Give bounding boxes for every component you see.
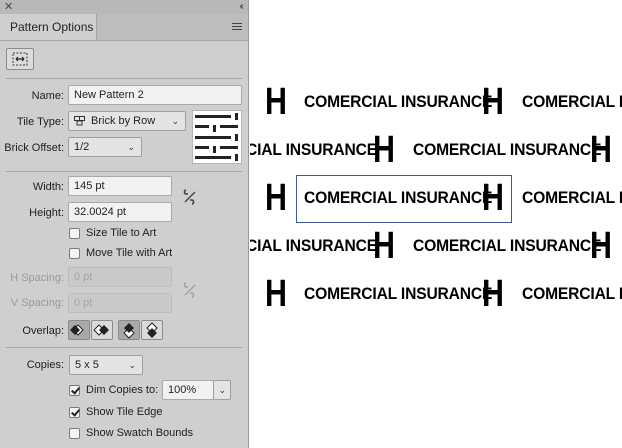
overlap-top-in-front-button[interactable] xyxy=(118,320,140,340)
copies-value: 5 x 5 xyxy=(75,359,99,371)
move-tile-with-art-label: Move Tile with Art xyxy=(86,247,173,259)
pattern-text: COMERCIAL INSURANCE xyxy=(413,236,602,255)
brick-offset-value: 1/2 xyxy=(74,141,90,153)
divider xyxy=(6,347,242,348)
pattern-text: COMERCIAL INSURANCE xyxy=(413,140,602,159)
spacing-link-icon[interactable] xyxy=(182,281,198,299)
pattern-text: COMERCIAL INSURANCE xyxy=(304,284,493,303)
tile-type-label: Tile Type: xyxy=(16,116,64,128)
chevron-down-icon: ⌄ xyxy=(127,142,135,152)
h-spacing-field[interactable]: 0 pt xyxy=(68,267,172,287)
copies-label: Copies: xyxy=(26,359,64,371)
tile-type-dropdown[interactable]: Brick by Row ⌄ xyxy=(68,111,186,131)
h-spacing-label: H Spacing: xyxy=(10,272,64,284)
collapse-panel-icon[interactable]: ‹‹ xyxy=(239,0,243,14)
close-icon[interactable]: ✕ xyxy=(4,0,13,14)
show-tile-edge-label: Show Tile Edge xyxy=(86,406,163,418)
pattern-glyph: H xyxy=(265,177,287,219)
overlap-top-icon xyxy=(123,323,135,339)
dim-copies-dropdown-button[interactable]: ⌄ xyxy=(213,380,231,400)
overlap-right-icon xyxy=(93,324,109,336)
overlap-bottom-in-front-button[interactable] xyxy=(141,320,163,340)
pattern-text: COMERCIAL INS xyxy=(522,92,622,111)
chevron-down-icon: ⌄ xyxy=(171,116,179,126)
pattern-glyph: H xyxy=(482,81,504,123)
pattern-glyph: H xyxy=(590,129,612,171)
pattern-glyph: H xyxy=(373,129,395,171)
panel-tab-row: Pattern Options xyxy=(0,14,248,41)
v-spacing-field[interactable]: 0 pt xyxy=(68,293,172,313)
overlap-left-in-front-button[interactable] xyxy=(68,320,90,340)
overlap-label: Overlap: xyxy=(22,325,64,337)
height-field[interactable]: 32.0024 pt xyxy=(68,202,172,222)
constrain-proportions-link-icon[interactable] xyxy=(182,188,198,206)
move-tile-with-art-checkbox[interactable] xyxy=(69,248,80,259)
dim-copies-label: Dim Copies to: xyxy=(86,384,159,396)
chevron-down-icon: ⌄ xyxy=(128,360,136,370)
overlap-right-in-front-button[interactable] xyxy=(91,320,113,340)
dim-copies-field[interactable]: 100% xyxy=(162,380,214,400)
brick-offset-dropdown[interactable]: 1/2 ⌄ xyxy=(68,137,142,157)
show-swatch-bounds-checkbox[interactable] xyxy=(69,428,80,439)
size-tile-to-art-checkbox[interactable] xyxy=(69,228,80,239)
artboard-canvas[interactable]: H COMERCIAL INSURANCE H COMERCIAL INS CI… xyxy=(250,0,622,448)
tile-type-value: Brick by Row xyxy=(91,115,156,127)
pattern-tile-tool-button[interactable] xyxy=(6,48,34,70)
pattern-text: CIAL INSURANCE xyxy=(250,140,377,159)
pattern-glyph: H xyxy=(482,273,504,315)
name-label: Name: xyxy=(31,90,64,102)
pattern-text: CIAL INSURANCE xyxy=(250,236,377,255)
height-label: Height: xyxy=(29,207,64,219)
pattern-glyph: H xyxy=(265,81,287,123)
pattern-text: COMERCIAL INS xyxy=(522,284,622,303)
chevron-down-icon: ⌄ xyxy=(218,385,226,395)
brick-offset-label: Brick Offset: xyxy=(4,142,64,154)
pattern-tile-tool-icon xyxy=(12,52,28,66)
name-field[interactable]: New Pattern 2 xyxy=(68,85,242,105)
show-tile-edge-checkbox[interactable] xyxy=(69,407,80,418)
pattern-glyph: H xyxy=(590,225,612,267)
copies-dropdown[interactable]: 5 x 5 ⌄ xyxy=(69,355,143,375)
brick-by-row-icon xyxy=(74,116,85,126)
size-tile-to-art-label: Size Tile to Art xyxy=(86,227,157,239)
pattern-glyph: H xyxy=(265,273,287,315)
divider xyxy=(6,171,242,172)
panel-title-bar: ✕ ‹‹ xyxy=(0,0,248,15)
pattern-tile-edge[interactable] xyxy=(296,175,512,223)
pattern-swatch-preview xyxy=(192,110,242,164)
overlap-left-icon xyxy=(70,324,84,336)
divider xyxy=(6,78,242,79)
show-swatch-bounds-label: Show Swatch Bounds xyxy=(86,427,194,439)
panel-menu-icon[interactable] xyxy=(232,23,242,31)
width-label: Width: xyxy=(32,181,64,193)
dim-copies-checkbox[interactable] xyxy=(69,385,80,396)
v-spacing-label: V Spacing: xyxy=(10,297,64,309)
pattern-glyph: H xyxy=(373,225,395,267)
width-field[interactable]: 145 pt xyxy=(68,176,172,196)
pattern-text: COMERCIAL INSURANCE xyxy=(304,92,493,111)
pattern-text: COMERCIAL INS xyxy=(522,188,622,207)
tab-pattern-options[interactable]: Pattern Options xyxy=(0,14,97,40)
pattern-options-panel: ✕ ‹‹ Pattern Options Name: New Pattern 2… xyxy=(0,0,249,448)
overlap-bottom-icon xyxy=(146,322,158,338)
